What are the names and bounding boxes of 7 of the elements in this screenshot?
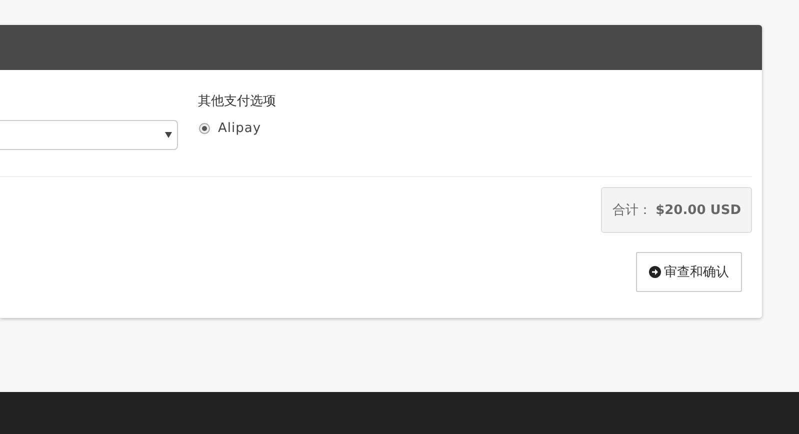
radio-label[interactable]: Alipay (218, 121, 262, 136)
radio-button[interactable] (199, 123, 210, 134)
total-amount: 合计： $20.00 USD (601, 187, 752, 233)
arrow-circle-icon (649, 266, 661, 278)
confirm-button[interactable]: 审查和确认 (636, 252, 742, 292)
payment-options-label: 其他支付选项 (198, 93, 276, 111)
caret-icon (165, 132, 172, 138)
